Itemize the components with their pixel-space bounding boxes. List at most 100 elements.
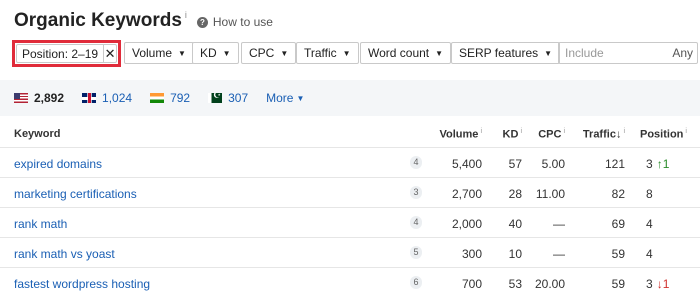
traffic-cell: 59 (611, 247, 625, 261)
keyword-link[interactable]: rank math (14, 217, 67, 231)
more-countries-button[interactable]: More ▼ (266, 91, 304, 105)
caret-down-icon: ▼ (544, 48, 553, 58)
traffic-cell: 69 (611, 217, 625, 231)
country-bar: 2,892 1,024 792 307 More ▼ (0, 80, 700, 116)
country-in-count: 792 (170, 91, 191, 105)
page-title: Organic Keywords (14, 10, 182, 31)
volume-filter-button[interactable]: Volume ▼ (124, 42, 194, 64)
caret-down-icon: ▼ (222, 48, 231, 58)
word-count-badge: 4 (410, 156, 422, 169)
position-change: ↓1 (656, 277, 670, 291)
position-value: 4 (646, 247, 653, 261)
column-cpc[interactable]: CPC i (538, 128, 565, 141)
any-dropdown[interactable]: Any (672, 46, 697, 60)
more-label: More (266, 91, 294, 105)
cpc-cell: — (553, 247, 565, 261)
include-input[interactable]: Include Any (558, 42, 698, 64)
position-value: 3 (646, 277, 653, 291)
pakistan-flag-icon (208, 93, 223, 103)
word-count-badge: 4 (410, 216, 422, 229)
table-row: expired domains 4 5,400 57 5.00 121 3 ↑1 (0, 149, 700, 178)
word-count-badge: 6 (410, 276, 422, 289)
india-flag-icon (150, 93, 165, 103)
info-icon: i (623, 128, 625, 135)
table-header: Keyword Volume i KD i CPC i Traffic↓ i Posit… (0, 120, 700, 148)
column-position[interactable]: Position i (640, 128, 687, 141)
volume-cell: 5,400 (451, 157, 482, 171)
position-filter-label[interactable]: Position: 2–19 (17, 45, 103, 62)
column-traffic-label: Traffic (582, 128, 616, 141)
cpc-cell: 5.00 (541, 157, 565, 171)
column-traffic[interactable]: Traffic↓ i (583, 128, 625, 141)
kd-cell: 40 (508, 217, 522, 231)
kd-cell: 10 (508, 247, 522, 261)
country-gb[interactable]: 1,024 (82, 91, 132, 105)
column-keyword[interactable]: Keyword (14, 128, 60, 140)
position-cell: 4 (646, 217, 653, 231)
volume-cell: 700 (461, 277, 482, 291)
caret-down-icon: ▼ (280, 48, 289, 58)
country-pk[interactable]: 307 (208, 91, 248, 105)
serp-features-filter-label: SERP features (459, 46, 539, 60)
traffic-filter-label: Traffic (304, 46, 337, 60)
volume-filter-label: Volume (132, 46, 173, 60)
keyword-link[interactable]: expired domains (14, 157, 102, 171)
position-cell: 8 (646, 187, 653, 201)
word-count-badge: 5 (410, 246, 422, 259)
word-count-filter-button[interactable]: Word count ▼ (360, 42, 452, 64)
keyword-link[interactable]: fastest wordpress hosting (14, 277, 150, 291)
position-value: 4 (646, 217, 653, 231)
column-volume[interactable]: Volume i (440, 128, 482, 141)
serp-features-filter-button[interactable]: SERP features ▼ (451, 42, 561, 64)
caret-down-icon: ▼ (435, 48, 444, 58)
include-placeholder: Include (565, 46, 604, 60)
traffic-cell: 82 (611, 187, 625, 201)
caret-down-icon: ▼ (342, 48, 351, 58)
position-filter-highlight: Position: 2–19 ✕ (12, 40, 121, 67)
kd-cell: 28 (508, 187, 522, 201)
position-filter[interactable]: Position: 2–19 ✕ (16, 44, 117, 63)
position-change: ↑1 (656, 157, 670, 171)
info-icon: i (480, 128, 482, 135)
country-us[interactable]: 2,892 (14, 91, 64, 105)
position-value: 3 (646, 157, 653, 171)
cpc-cell: — (553, 217, 565, 231)
cpc-cell: 11.00 (535, 187, 565, 201)
close-icon[interactable]: ✕ (103, 45, 116, 62)
title-info-icon[interactable]: i (185, 10, 187, 20)
traffic-cell: 121 (604, 157, 625, 171)
uk-flag-icon (82, 93, 97, 103)
page-header: Organic Keywords i ? How to use (14, 9, 273, 33)
country-gb-count: 1,024 (102, 91, 133, 105)
info-icon: i (563, 128, 565, 135)
column-kd[interactable]: KD i (503, 128, 522, 141)
position-cell: 4 (646, 247, 653, 261)
cpc-filter-label: CPC (249, 46, 275, 60)
country-us-count: 2,892 (34, 91, 65, 105)
column-cpc-label: CPC (538, 128, 562, 141)
column-kd-label: KD (502, 128, 519, 141)
volume-cell: 2,700 (451, 187, 482, 201)
keyword-link[interactable]: rank math vs yoast (14, 247, 115, 261)
traffic-filter-button[interactable]: Traffic ▼ (296, 42, 359, 64)
kd-filter-label: KD (200, 46, 217, 60)
how-to-use-link[interactable]: ? How to use (196, 15, 273, 29)
caret-down-icon: ▼ (296, 93, 305, 103)
kd-filter-button[interactable]: KD ▼ (192, 42, 239, 64)
word-count-filter-label: Word count (368, 46, 430, 60)
column-volume-label: Volume (439, 128, 479, 141)
us-flag-icon (14, 93, 28, 103)
word-count-badge: 3 (410, 186, 422, 199)
traffic-cell: 59 (611, 277, 625, 291)
table-row: rank math 4 2,000 40 — 69 4 (0, 209, 700, 238)
cpc-cell: 20.00 (534, 277, 565, 291)
filter-bar: Position: 2–19 ✕ Volume ▼ KD ▼ CPC ▼ Tra… (12, 40, 700, 67)
info-icon: i (520, 128, 522, 135)
cpc-filter-button[interactable]: CPC ▼ (241, 42, 297, 64)
table-row: fastest wordpress hosting 6 700 53 20.00 59 3 ↓… (0, 269, 700, 297)
keyword-link[interactable]: marketing certifications (14, 187, 137, 201)
position-cell: 3 ↓1 (646, 277, 669, 291)
question-circle-icon: ? (196, 16, 208, 28)
how-to-use-label: How to use (212, 15, 273, 29)
country-in[interactable]: 792 (150, 91, 190, 105)
